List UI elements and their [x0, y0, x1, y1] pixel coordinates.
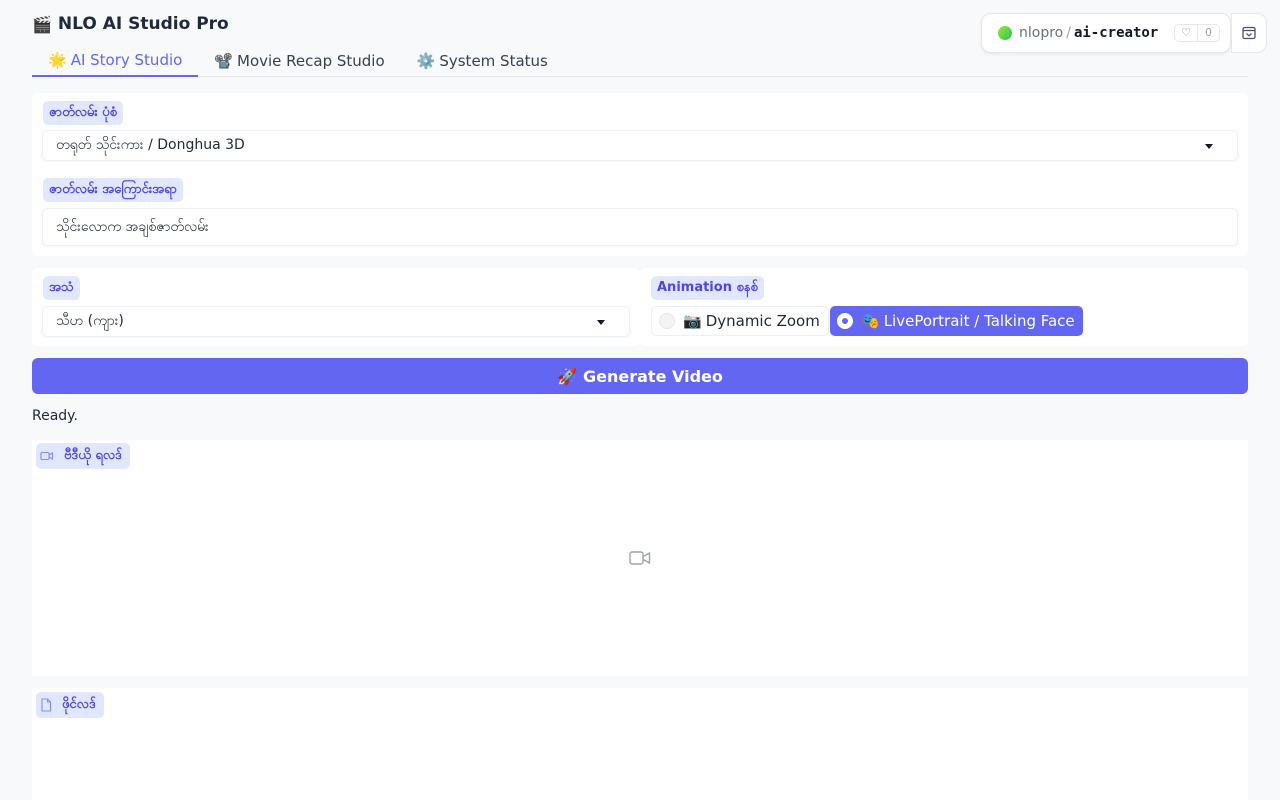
heart-icon: ♡ [1175, 25, 1198, 41]
story-label: ဇာတ်လမ်း အကြောင်းအရာ [43, 178, 183, 202]
video-output-label-text: ဗီဒီယို ရလဒ် [64, 447, 122, 463]
radio-circle-icon [659, 313, 675, 329]
radio-label: Dynamic Zoom [705, 312, 820, 330]
video-icon [40, 451, 54, 461]
animation-panel: Animation စနစ် 📷 Dynamic Zoom 🎭 LivePort… [640, 268, 1248, 346]
projector-icon: 📽️ [214, 51, 233, 70]
app-title-text: NLO AI Studio Pro [57, 14, 229, 34]
collapse-icon [1242, 26, 1256, 40]
tab-system-status[interactable]: ⚙️ System Status [401, 44, 564, 77]
voice-dropdown[interactable]: သီဟ (ကျား) [42, 306, 630, 337]
generate-label: Generate Video [583, 366, 723, 386]
story-form-panel: ဇာတ်လမ်း ပုံစံ တရုတ် သိုင်းကား / Donghua… [32, 93, 1248, 256]
chevron-down-icon [1205, 143, 1213, 149]
space-owner[interactable]: nlopro [1019, 25, 1063, 41]
rocket-icon: 🚀 [557, 366, 578, 386]
chevron-down-icon [597, 319, 605, 325]
story-textbox[interactable]: သိုင်းလောက အချစ်ဇာတ်လမ်း [42, 208, 1238, 246]
gear-icon: ⚙️ [416, 51, 436, 70]
camera-icon: 📷 [683, 312, 702, 330]
video-placeholder-icon [629, 551, 651, 565]
video-output-panel: ဗီဒီယို ရလဒ် [32, 440, 1248, 676]
tab-label: AI Story Studio [70, 50, 183, 69]
clapperboard-icon: 🎬 [32, 14, 52, 34]
file-icon [41, 698, 52, 712]
like-count: 0 [1205, 26, 1212, 39]
tab-movie-recap-studio[interactable]: 📽️ Movie Recap Studio [198, 44, 400, 77]
star-icon: 🌟 [48, 50, 67, 69]
style-dropdown-value: တရုတ် သိုင်းကား / Donghua 3D [56, 137, 245, 153]
status-text: Ready. [32, 408, 78, 424]
tab-label: Movie Recap Studio [237, 51, 385, 70]
file-output-label-text: ဖိုင်လဒ် [62, 696, 96, 712]
voice-dropdown-value: သီဟ (ကျား) [56, 313, 124, 329]
video-output-label: ဗီဒီယို ရလဒ် [36, 443, 130, 469]
file-output-panel: ဖိုင်လဒ် [32, 688, 1248, 800]
radio-label: LivePortrait / Talking Face [883, 312, 1075, 330]
like-button[interactable]: ♡ 0 [1174, 24, 1220, 42]
masks-icon: 🎭 [861, 312, 880, 330]
radio-dynamic-zoom[interactable]: 📷 Dynamic Zoom [651, 306, 829, 336]
style-label: ဇာတ်လမ်း ပုံစံ [43, 101, 123, 125]
tab-ai-story-studio[interactable]: 🌟 AI Story Studio [32, 44, 199, 77]
app-title: 🎬 NLO AI Studio Pro [32, 14, 229, 34]
space-separator: / [1066, 25, 1071, 41]
space-avatar-icon [998, 26, 1012, 40]
generate-video-button[interactable]: 🚀 Generate Video [32, 358, 1248, 394]
radio-liveportrait[interactable]: 🎭 LivePortrait / Talking Face [830, 306, 1083, 336]
voice-panel: အသံ သီဟ (ကျား) [32, 268, 640, 346]
animation-label: Animation စနစ် [651, 276, 764, 300]
story-textbox-value: သိုင်းလောက အချစ်ဇာတ်လမ်း [56, 218, 209, 235]
space-repo[interactable]: ai-creator [1074, 25, 1158, 41]
style-dropdown[interactable]: တရုတ် သိုင်းကား / Donghua 3D [42, 130, 1238, 161]
tab-label: System Status [439, 51, 548, 70]
file-output-label: ဖိုင်လဒ် [36, 692, 104, 718]
tab-bar: 🌟 AI Story Studio 📽️ Movie Recap Studio … [32, 44, 1248, 77]
voice-label: အသံ [43, 276, 80, 300]
radio-circle-icon [837, 313, 853, 329]
